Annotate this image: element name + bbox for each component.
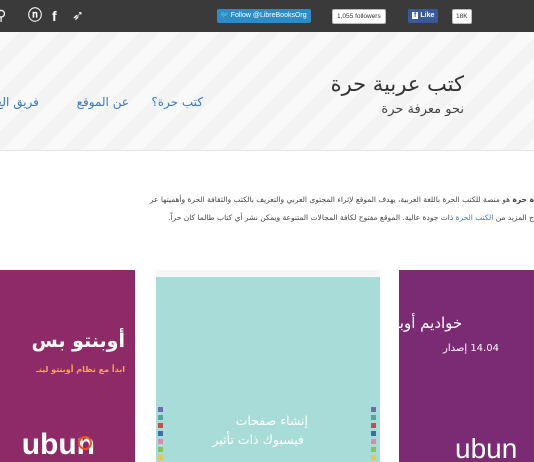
top-bar: ⚲ ⓝ f ➶ 🐦 Follow @LibreBooksOrg 1,055 fo… xyxy=(0,0,534,32)
color-stripe xyxy=(158,407,163,412)
book-card-ubuntu-simple[interactable]: أوبنتو بس ابدأ مع نظام أوبنتو لينـ ubun xyxy=(0,270,135,462)
twitter-follow-label: Follow @LibreBooksOrg xyxy=(230,12,307,19)
twitter-icon[interactable]: ➶ xyxy=(72,7,84,25)
intro-text: هو منصة للكتب الحرة باللغة العربية، يهدف… xyxy=(149,195,513,204)
intro-bold: ة حرة xyxy=(512,195,534,204)
color-stripe xyxy=(158,415,163,420)
facebook-icon: f xyxy=(412,12,419,19)
book-title-line-2: فيسبوك ذات تأثير xyxy=(212,432,304,447)
color-stripe xyxy=(371,447,376,452)
free-books-link[interactable]: الكتب الحرة xyxy=(456,213,494,222)
search-icon[interactable]: ⚲ xyxy=(0,7,6,25)
site-tagline: نحو معرفة حرة xyxy=(381,102,464,117)
book-title-line-1: إنشاء صفحات xyxy=(235,413,308,428)
book-title: أوبنتو بس xyxy=(31,330,126,352)
nav-about[interactable]: عن الموقع xyxy=(77,95,129,109)
twitter-follow-button[interactable]: 🐦 Follow @LibreBooksOrg xyxy=(217,9,311,23)
color-stripe xyxy=(158,431,163,436)
book-title: خواديم أوبنتو xyxy=(399,314,463,332)
color-stripe xyxy=(371,431,376,436)
nav-free-books[interactable]: كتب حرة؟ xyxy=(151,95,203,109)
intro-text: ج المزيد من xyxy=(493,213,534,222)
color-stripe xyxy=(371,455,376,460)
book-subtitle: 14.04 إصدار xyxy=(443,343,499,354)
facebook-like-button[interactable]: f Like xyxy=(408,9,439,23)
color-stripe xyxy=(371,407,376,412)
book-subtitle: ابدأ مع نظام أوبنتو لينـ xyxy=(36,365,125,374)
book-card-ubuntu-server[interactable]: خواديم أوبنتو 14.04 إصدار ubun xyxy=(399,270,534,462)
book-card-facebook-pages[interactable]: إنشاء صفحات فيسبوك ذات تأثير xyxy=(156,270,380,462)
color-stripe xyxy=(371,415,376,420)
intro-section: ة حرة هو منصة للكتب الحرة باللغة العربية… xyxy=(0,151,534,239)
color-stripe xyxy=(371,423,376,428)
twitter-follower-count: 1,055 followers xyxy=(332,9,386,24)
facebook-icon[interactable]: f xyxy=(52,7,57,25)
site-header: كتب عربية حرة نحو معرفة حرة كتب حرة؟ عن … xyxy=(0,32,534,151)
color-stripe xyxy=(158,423,163,428)
ubuntu-circle-icon xyxy=(78,436,92,450)
facebook-like-label: Like xyxy=(420,12,435,19)
color-stripe xyxy=(158,447,163,452)
facebook-like-count: 18K xyxy=(452,9,472,24)
ubuntu-logo: ubun xyxy=(455,433,518,462)
nav-team[interactable]: فريق الع xyxy=(0,95,39,109)
intro-line-2: ج المزيد من الكتب الحرة ذات جودة عالية. … xyxy=(168,213,534,222)
rss-icon[interactable]: ⓝ xyxy=(28,7,42,25)
site-title[interactable]: كتب عربية حرة xyxy=(331,72,464,96)
color-stripe xyxy=(371,439,376,444)
intro-line-1: ة حرة هو منصة للكتب الحرة باللغة العربية… xyxy=(150,195,534,204)
intro-text: ذات جودة عالية. الموقع مفتوح لكافة المجا… xyxy=(168,213,456,222)
color-stripe xyxy=(158,455,163,460)
color-stripe xyxy=(158,439,163,444)
